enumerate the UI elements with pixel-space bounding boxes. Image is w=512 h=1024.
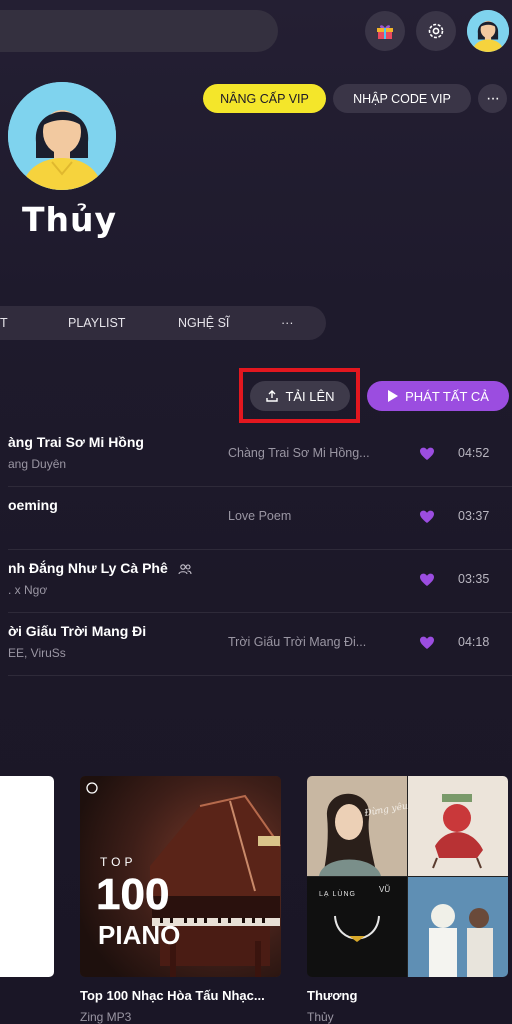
gift-button[interactable] [365,11,405,51]
upload-icon [266,390,279,402]
tab-more[interactable]: ··· [281,306,294,340]
heart-icon[interactable] [419,446,435,462]
gift-icon [377,25,393,39]
upload-button[interactable]: TẢI LÊN [250,381,350,411]
card-subtitle[interactable]: Thủy [307,1010,334,1024]
song-title[interactable]: oeming [8,497,58,513]
song-row[interactable]: nh Đắng Như Ly Cà Phê . x Ngơ 03:35 [8,550,512,613]
play-all-button[interactable]: PHÁT TẤT CẢ [367,381,509,411]
heart-icon[interactable] [419,635,435,651]
play-all-label: PHÁT TẤT CẢ [405,388,489,404]
playlist-card-partial[interactable] [0,776,54,977]
profile-more-button[interactable]: ··· [478,84,507,113]
song-artist[interactable]: ang Duyên [8,457,66,471]
song-artist[interactable]: EE, ViruSs [8,646,66,660]
library-tabs: T PLAYLIST NGHỆ SĨ ··· [0,306,326,340]
song-title-text: nh Đắng Như Ly Cà Phê [8,560,168,576]
tab-artists[interactable]: NGHỆ SĨ [178,306,229,340]
song-title[interactable]: nh Đắng Như Ly Cà Phê [8,560,192,576]
play-icon [388,390,399,402]
song-row[interactable]: ời Giấu Trời Mang Đi EE, ViruSs Trời Giấ… [8,613,512,676]
song-duration: 04:18 [458,635,490,649]
tab-partial[interactable]: T [0,306,8,340]
gear-icon [428,23,444,39]
song-row[interactable]: oeming Love Poem 03:37 [8,487,512,550]
profile-avatar [8,82,116,190]
avatar-icon [467,10,509,52]
card-title[interactable]: Top 100 Nhạc Hòa Tấu Nhạc... [80,988,265,1003]
art-word-text: PIANO [98,920,180,950]
upgrade-vip-button[interactable]: NÂNG CẤP VIP [203,84,326,113]
heart-icon[interactable] [419,572,435,588]
song-artist[interactable]: . x Ngơ [8,583,47,597]
piano-artwork: TOP 100 PIANO [80,776,281,977]
song-album[interactable]: Love Poem [228,509,291,523]
song-row[interactable]: àng Trai Sơ Mi Hồng ang Duyên Chàng Trai… [8,424,512,487]
art-vu-text: VŨ [379,885,390,894]
song-duration: 03:35 [458,572,490,586]
card-title[interactable]: Thương [307,988,357,1003]
account-avatar[interactable] [467,10,509,52]
art-top-text: TOP [100,855,136,869]
song-album[interactable]: Trời Giấu Trời Mang Đi... [228,635,366,649]
song-title[interactable]: ời Giấu Trời Mang Đi [8,623,146,639]
song-album[interactable]: Chàng Trai Sơ Mi Hồng... [228,446,370,460]
song-duration: 03:37 [458,509,490,523]
art-la-lung-text: LẠ LÙNG [319,889,356,898]
avatar-icon [8,82,116,190]
heart-icon[interactable] [419,509,435,525]
art-number-text: 100 [96,870,169,919]
collage-artwork: Đừng yêu nữa em mệt rồi LẠ LÙNG VŨ [307,776,508,977]
song-title[interactable]: àng Trai Sơ Mi Hồng [8,434,144,450]
upload-label: TẢI LÊN [285,388,335,404]
profile-name: Thủy [22,200,118,239]
enter-vip-code-button[interactable]: NHẬP CODE VIP [333,84,471,113]
collaborators-icon [178,564,192,575]
song-duration: 04:52 [458,446,490,460]
playlist-card-cover[interactable]: Đừng yêu nữa em mệt rồi LẠ LÙNG VŨ [307,776,508,977]
search-input[interactable] [0,10,278,52]
card-subtitle[interactable]: Zing MP3 [80,1010,131,1024]
library-page: Thủy NÂNG CẤP VIP NHẬP CODE VIP ··· T PL… [0,0,512,1024]
settings-button[interactable] [416,11,456,51]
playlist-card-cover[interactable]: TOP 100 PIANO [80,776,281,977]
tab-playlist[interactable]: PLAYLIST [68,306,125,340]
